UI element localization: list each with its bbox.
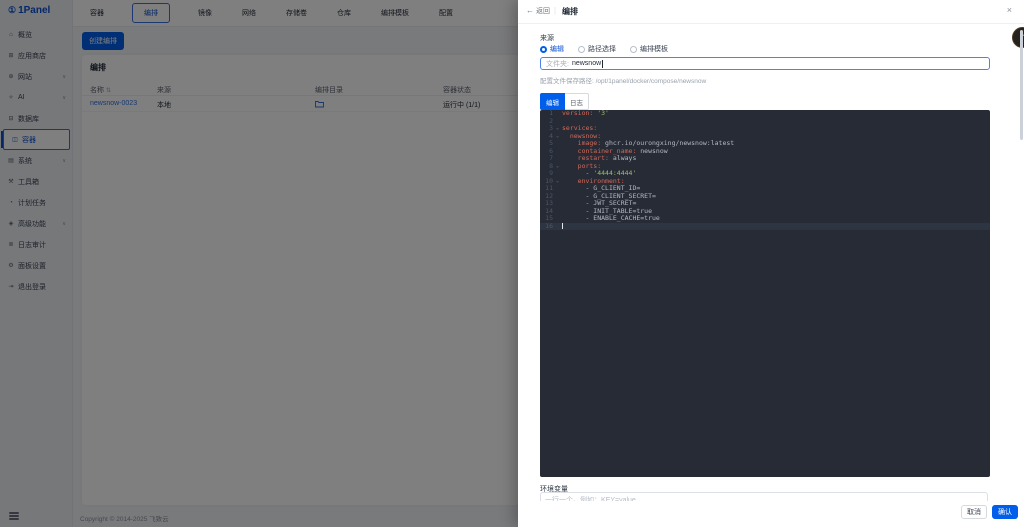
- back-arrow-icon: ←: [526, 6, 534, 15]
- drawer-title: 编排: [562, 6, 578, 17]
- fold-spacer: [553, 208, 562, 216]
- radio-icon: [630, 46, 637, 53]
- text-cursor: [602, 60, 603, 68]
- cancel-button[interactable]: 取消: [961, 505, 987, 519]
- code-line-1: 1version: '3': [540, 110, 990, 118]
- fold-spacer: [553, 193, 562, 201]
- code-text: - ENABLE_CACHE=true: [562, 215, 990, 223]
- source-radio-group: 编辑 路径选择 编排模板: [540, 44, 668, 54]
- folder-input-value: newsnow: [572, 60, 601, 67]
- fold-arrow-icon[interactable]: ⌄: [553, 163, 562, 171]
- code-text: restart: always: [562, 155, 990, 163]
- code-text: [562, 223, 990, 231]
- fold-arrow-icon[interactable]: ⌄: [553, 133, 562, 141]
- code-line-7: 7 restart: always: [540, 155, 990, 163]
- folder-input[interactable]: 文件夹: newsnow: [540, 57, 990, 70]
- code-line-16: 16: [540, 223, 990, 231]
- source-radio-0[interactable]: 编辑: [540, 44, 564, 54]
- editor-cursor: [562, 223, 563, 229]
- radio-label: 编辑: [550, 44, 564, 54]
- fold-spacer: [553, 223, 562, 231]
- code-line-15: 15 - ENABLE_CACHE=true: [540, 215, 990, 223]
- yaml-editor[interactable]: 1version: '3'23⌄services:4⌄ newsnow:5 im…: [540, 110, 990, 477]
- radio-checked-icon: [540, 46, 547, 53]
- fold-spacer: [553, 170, 562, 178]
- code-text: version: '3': [562, 110, 990, 118]
- code-text: - '4444:4444': [562, 170, 990, 178]
- drawer-scrollbar[interactable]: [1020, 30, 1023, 140]
- editor-tab-group: 编辑日志: [540, 93, 589, 110]
- fold-spacer: [553, 215, 562, 223]
- code-text: services:: [562, 125, 990, 133]
- fold-spacer: [553, 118, 562, 126]
- confirm-button[interactable]: 确认: [992, 505, 1018, 519]
- editor-tab-0[interactable]: 编辑: [540, 93, 565, 110]
- fold-spacer: [553, 155, 562, 163]
- path-hint: 配置文件保存路径: /opt/1panel/docker/compose/new…: [540, 75, 706, 85]
- radio-icon: [578, 46, 585, 53]
- close-icon[interactable]: ×: [1007, 5, 1012, 15]
- code-line-2: 2: [540, 118, 990, 126]
- fold-spacer: [553, 140, 562, 148]
- fold-arrow-icon[interactable]: ⌄: [553, 125, 562, 133]
- radio-label: 编排模板: [640, 44, 668, 54]
- fold-spacer: [553, 200, 562, 208]
- code-text: [562, 118, 990, 126]
- fold-spacer: [553, 110, 562, 118]
- source-radio-2[interactable]: 编排模板: [630, 44, 668, 54]
- source-radio-1[interactable]: 路径选择: [578, 44, 616, 54]
- compose-drawer: ←返回 | 编排 × 来源 编辑 路径选择 编排模板 文件夹: newsnow 配置…: [518, 0, 1024, 527]
- code-line-3: 3⌄services:: [540, 125, 990, 133]
- fold-spacer: [553, 185, 562, 193]
- header-divider: |: [554, 6, 556, 15]
- fold-spacer: [553, 148, 562, 156]
- folder-input-prefix: 文件夹:: [546, 59, 569, 69]
- drawer-footer: 取消 确认: [518, 501, 1024, 527]
- line-number: 16: [540, 223, 553, 231]
- source-label: 来源: [540, 33, 554, 43]
- editor-tab-1[interactable]: 日志: [565, 93, 589, 110]
- back-button[interactable]: ←返回: [526, 6, 550, 16]
- radio-label: 路径选择: [588, 44, 616, 54]
- fold-arrow-icon[interactable]: ⌄: [553, 178, 562, 186]
- drawer-header: ←返回 | 编排 ×: [518, 0, 1024, 24]
